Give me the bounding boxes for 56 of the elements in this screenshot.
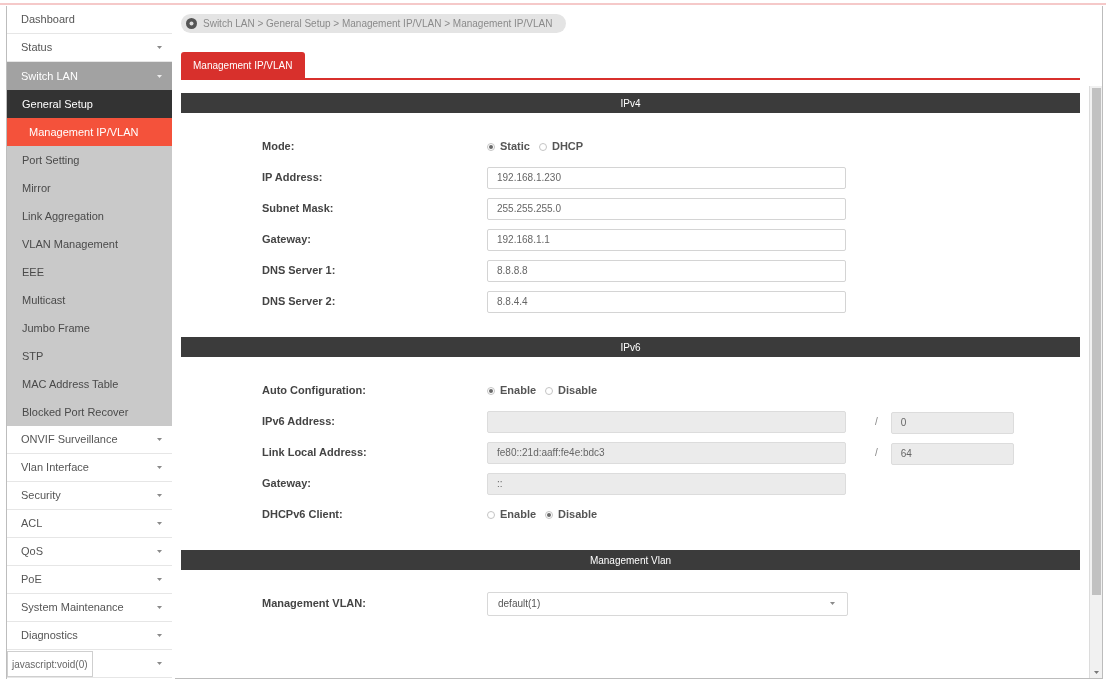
caret-down-icon <box>157 494 162 497</box>
radio-label: Disable <box>558 383 598 399</box>
caret-down-icon <box>157 74 162 78</box>
radio-label: Enable <box>500 383 537 399</box>
section-header: IPv6 <box>181 337 1080 357</box>
caret-down-icon <box>157 634 162 637</box>
sidebar-subitem[interactable]: General Setup <box>7 90 172 118</box>
input-field[interactable]: 8.8.8.8 <box>487 259 846 282</box>
caret-down-icon <box>157 46 162 49</box>
caret-down-icon <box>830 602 835 605</box>
section-header: Management Vlan <box>181 550 1080 570</box>
caret-down-icon <box>157 438 162 441</box>
radio-button[interactable] <box>545 386 554 395</box>
separator-text: / <box>875 415 878 429</box>
radio-button[interactable] <box>487 142 495 151</box>
caret-down-icon <box>157 578 162 581</box>
field-label: Gateway: <box>262 232 311 248</box>
select-field[interactable]: default(1) <box>487 591 848 616</box>
radio-label: Enable <box>500 507 537 523</box>
radio-label: DHCP <box>551 139 584 155</box>
field-label: Subnet Mask: <box>262 201 334 217</box>
radio-button[interactable] <box>487 510 495 519</box>
field-label: DHCPv6 Client: <box>262 507 343 523</box>
sidebar-subitem[interactable]: Management IP/VLAN <box>7 118 172 146</box>
field-label: Link Local Address: <box>262 445 367 461</box>
radio-button[interactable] <box>487 386 495 395</box>
input-field[interactable]: 8.8.4.4 <box>487 290 846 313</box>
field-label: Auto Configuration: <box>262 383 366 399</box>
field-label: DNS Server 1: <box>262 263 336 279</box>
input-field[interactable]: 255.255.255.0 <box>487 197 846 220</box>
input-field[interactable]: 192.168.1.1 <box>487 228 846 251</box>
field-label: Mode: <box>262 139 295 155</box>
tab[interactable]: Management IP/VLAN <box>181 52 305 78</box>
caret-down-icon <box>157 550 162 553</box>
caret-down-icon <box>157 466 162 469</box>
field-label: Gateway: <box>262 476 311 492</box>
scrollbar-thumb[interactable] <box>1091 88 1101 595</box>
field-label: IPv6 Address: <box>262 414 335 430</box>
scroll-down-arrow-icon[interactable] <box>1093 671 1099 674</box>
field-label: DNS Server 2: <box>262 294 336 310</box>
input-field[interactable]: 192.168.1.230 <box>487 166 846 189</box>
radio-label: Disable <box>558 507 598 523</box>
separator-text: / <box>875 446 878 460</box>
radio-label: Static <box>500 139 530 155</box>
caret-down-icon <box>157 522 162 525</box>
caret-down-icon <box>157 606 162 609</box>
radio-button[interactable] <box>538 142 547 151</box>
radio-button[interactable] <box>545 510 554 519</box>
field-label: Management VLAN: <box>262 596 366 612</box>
status-url-tooltip: javascript:void(0) <box>7 651 93 677</box>
breadcrumb-text: Switch LAN > General Setup > Management IP/VLAN > Management IP/VLAN <box>203 17 553 31</box>
caret-down-icon <box>157 662 162 665</box>
field-label: IP Address: <box>262 170 323 186</box>
location-dot-icon <box>186 18 197 29</box>
scrollbar[interactable] <box>1089 86 1102 678</box>
section-header: IPv4 <box>181 93 1080 113</box>
